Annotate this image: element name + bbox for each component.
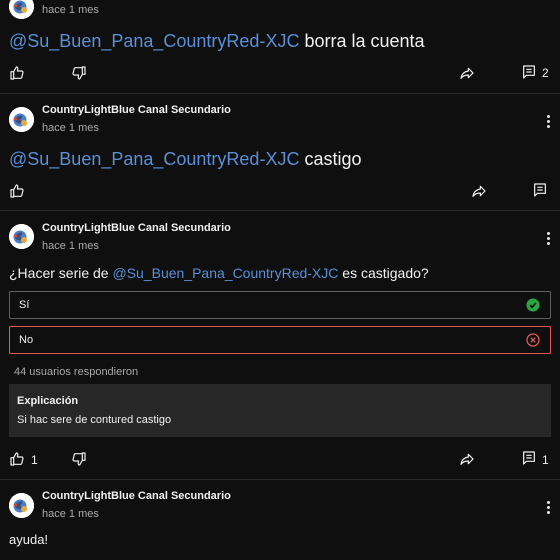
thumbs-down-icon[interactable] — [71, 65, 87, 81]
post-time: hace 1 mes — [42, 240, 99, 252]
poll-option-no[interactable]: No — [9, 326, 551, 354]
community-post: hace 1 mes @Su_Buen_Pana_CountryRed-XJC … — [0, 0, 560, 94]
post-time: hace 1 mes — [42, 508, 99, 520]
share-icon[interactable] — [459, 65, 475, 81]
thumbs-up-icon[interactable] — [9, 183, 25, 199]
poll-option-label: Sí — [19, 299, 30, 311]
post-text: @Su_Buen_Pana_CountryRed-XJC castigo — [9, 149, 362, 170]
mention-link[interactable]: @Su_Buen_Pana_CountryRed-XJC — [9, 31, 299, 51]
post-text: ayuda! — [9, 532, 49, 547]
check-circle-icon — [526, 298, 540, 312]
poll-question-prefix: ¿Hacer serie de — [9, 265, 113, 281]
thumbs-down-icon[interactable] — [71, 451, 87, 467]
community-post: CountryLightBlue Canal Secundario hace 1… — [0, 211, 560, 480]
thumbs-up-icon[interactable] — [9, 451, 25, 467]
poll-question: ¿Hacer serie de @Su_Buen_Pana_CountryRed… — [9, 265, 429, 281]
share-icon[interactable] — [459, 451, 475, 467]
x-circle-icon — [526, 333, 540, 347]
post-time: hace 1 mes — [42, 4, 99, 16]
comment-icon[interactable] — [521, 450, 537, 466]
reply-count: 1 — [542, 453, 549, 467]
post-author[interactable]: CountryLightBlue Canal Secundario — [42, 104, 231, 116]
mention-link[interactable]: @Su_Buen_Pana_CountryRed-XJC — [9, 149, 299, 169]
post-text-content: borra la cuenta — [299, 31, 425, 51]
thumbs-up-icon[interactable] — [9, 65, 25, 81]
explanation-text: Si hac sere de contured castigo — [17, 414, 172, 426]
poll-explanation: Explicación Si hac sere de contured cast… — [9, 384, 551, 437]
more-vertical-icon[interactable] — [547, 115, 551, 130]
poll-option-si[interactable]: Sí — [9, 291, 551, 319]
like-count: 1 — [31, 453, 38, 467]
share-icon[interactable] — [471, 183, 487, 199]
post-author[interactable]: CountryLightBlue Canal Secundario — [42, 490, 231, 502]
mention-link[interactable]: @Su_Buen_Pana_CountryRed-XJC — [112, 265, 338, 281]
community-post: CountryLightBlue Canal Secundario hace 1… — [0, 480, 560, 560]
avatar[interactable] — [9, 0, 34, 19]
more-vertical-icon[interactable] — [547, 501, 551, 516]
poll-question-suffix: es castigado? — [338, 265, 429, 281]
post-text: @Su_Buen_Pana_CountryRed-XJC borra la cu… — [9, 31, 425, 52]
avatar[interactable] — [9, 493, 34, 518]
comment-icon[interactable] — [532, 182, 548, 198]
post-time: hace 1 mes — [42, 122, 99, 134]
post-author[interactable]: CountryLightBlue Canal Secundario — [42, 222, 231, 234]
poll-responders: 44 usuarios respondieron — [14, 366, 139, 378]
comment-icon[interactable] — [521, 64, 537, 80]
explanation-title: Explicación — [17, 395, 79, 407]
avatar[interactable] — [9, 224, 34, 249]
post-text-content: castigo — [299, 149, 362, 169]
avatar[interactable] — [9, 107, 34, 132]
community-post: CountryLightBlue Canal Secundario hace 1… — [0, 94, 560, 211]
reply-count: 2 — [542, 66, 549, 80]
more-vertical-icon[interactable] — [547, 232, 551, 247]
poll-option-label: No — [19, 334, 34, 346]
